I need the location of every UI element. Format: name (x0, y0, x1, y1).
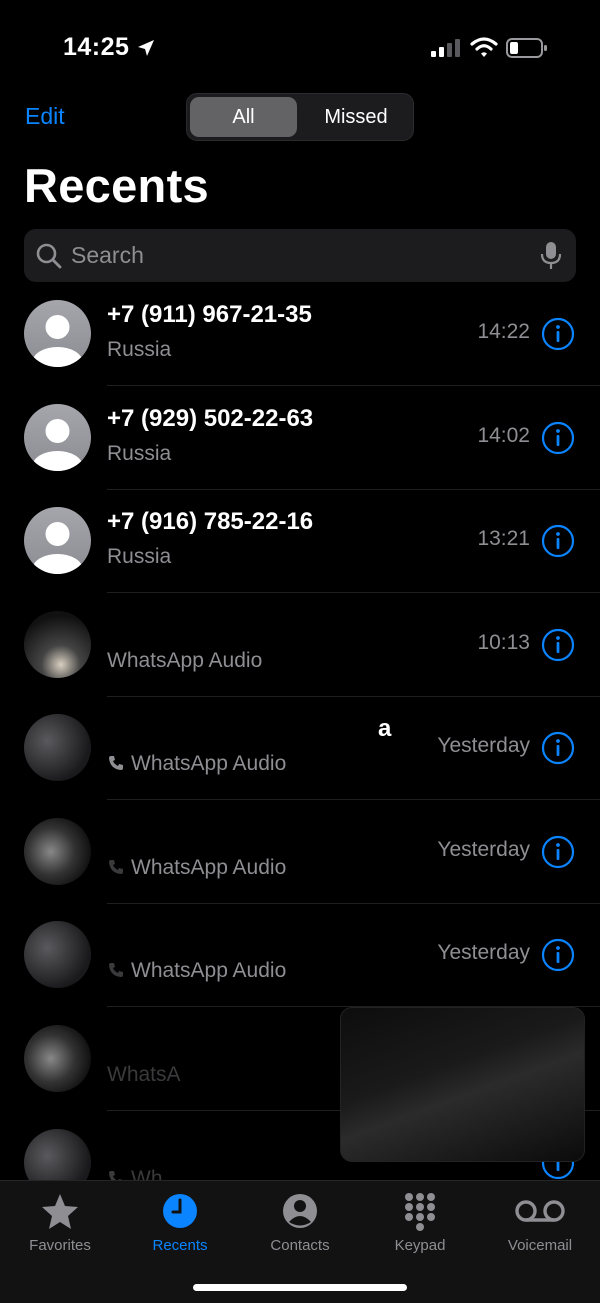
status-time: 14:25 (63, 33, 130, 61)
tab-keypad[interactable]: Keypad (360, 1191, 480, 1254)
person-circle-icon (283, 1194, 317, 1228)
avatar (24, 1129, 91, 1182)
call-time: 13:21 (477, 527, 530, 550)
tab-contacts[interactable]: Contacts (240, 1191, 360, 1254)
call-row[interactable]: +7 (929) 502-22-63 Russia 14:02 (0, 386, 600, 490)
segment-missed[interactable]: Missed (299, 97, 413, 137)
caller-subtitle: WhatsApp Audio (107, 649, 263, 672)
avatar (24, 714, 91, 781)
info-icon[interactable] (541, 835, 575, 869)
call-time: Yesterday (437, 838, 530, 861)
phone-icon (109, 756, 123, 770)
caller-subtitle: Russia (107, 442, 172, 465)
avatar (24, 921, 91, 988)
call-time: 14:22 (477, 320, 530, 343)
caller-subtitle: Russia (107, 545, 172, 568)
info-icon[interactable] (541, 938, 575, 972)
caller-name: +7 (911) 967-21-35 (107, 301, 312, 328)
keypad-icon (405, 1193, 435, 1231)
clock-icon (163, 1194, 197, 1228)
caller-subtitle-text: WhatsApp Audio (131, 959, 287, 982)
search-input[interactable] (71, 229, 531, 282)
info-icon[interactable] (541, 421, 575, 455)
call-time: Yesterday (437, 734, 530, 757)
person-silhouette-icon (32, 315, 83, 367)
call-row[interactable]: WhatsApp Audio Yesterday (0, 903, 600, 1007)
avatar (24, 300, 91, 367)
search-icon (36, 243, 62, 269)
location-arrow-icon (138, 40, 154, 56)
star-icon (42, 1194, 78, 1229)
caller-subtitle-text: WhatsApp Audio (131, 752, 287, 775)
caller-subtitle: WhatsA (107, 1063, 181, 1086)
call-row[interactable]: WhatsApp Audio 10:13 (0, 593, 600, 697)
call-time: Yesterday (437, 941, 530, 964)
avatar (24, 1025, 91, 1092)
search-bar (24, 229, 576, 282)
caller-subtitle-text: WhatsApp Audio (131, 856, 287, 879)
caller-subtitle: WhatsApp Audio (107, 959, 286, 983)
caller-name: а (378, 715, 392, 742)
call-row[interactable]: WhatsApp Audio Yesterday (0, 800, 600, 904)
tab-recents[interactable]: Recents (120, 1191, 240, 1254)
call-row[interactable]: +7 (916) 785-22-16 Russia 13:21 (0, 489, 600, 593)
caller-subtitle: WhatsApp Audio (107, 856, 286, 880)
tab-favorites[interactable]: Favorites (0, 1191, 120, 1254)
page-title: Recents (24, 159, 209, 212)
info-icon[interactable] (541, 731, 575, 765)
wifi-icon (470, 37, 498, 57)
home-indicator[interactable] (193, 1284, 407, 1291)
segment-all[interactable]: All (190, 97, 297, 137)
edit-button[interactable]: Edit (25, 103, 65, 130)
status-bar: 14:25 (0, 0, 600, 90)
cellular-signal-icon (431, 39, 460, 57)
person-silhouette-icon (32, 419, 83, 471)
tab-label: Keypad (394, 1237, 446, 1254)
tab-label: Recents (152, 1237, 208, 1254)
tab-label: Voicemail (507, 1237, 573, 1254)
info-icon[interactable] (541, 524, 575, 558)
info-icon[interactable] (541, 628, 575, 662)
call-row[interactable]: а WhatsApp Audio Yesterday (0, 696, 600, 800)
caller-subtitle: Russia (107, 338, 172, 361)
avatar (24, 404, 91, 471)
avatar (24, 611, 91, 678)
filter-segmented-control: All Missed (186, 93, 414, 141)
call-time: 14:02 (477, 424, 530, 447)
floating-preview-overlay[interactable] (340, 1007, 585, 1162)
voicemail-icon (515, 1200, 565, 1222)
tab-label: Contacts (270, 1237, 330, 1254)
avatar (24, 818, 91, 885)
tab-label: Favorites (29, 1237, 91, 1254)
caller-subtitle: WhatsApp Audio (107, 752, 286, 776)
call-time: 10:13 (477, 631, 530, 654)
battery-icon (506, 38, 547, 58)
caller-name: +7 (929) 502-22-63 (107, 405, 314, 432)
microphone-icon[interactable] (540, 241, 562, 271)
tab-voicemail[interactable]: Voicemail (480, 1191, 600, 1254)
person-silhouette-icon (32, 522, 83, 574)
caller-name: +7 (916) 785-22-16 (107, 508, 314, 535)
phone-icon (109, 860, 123, 874)
call-row[interactable]: +7 (911) 967-21-35 Russia 14:22 (0, 282, 600, 386)
phone-icon (109, 963, 123, 977)
info-icon[interactable] (541, 317, 575, 351)
avatar (24, 507, 91, 574)
